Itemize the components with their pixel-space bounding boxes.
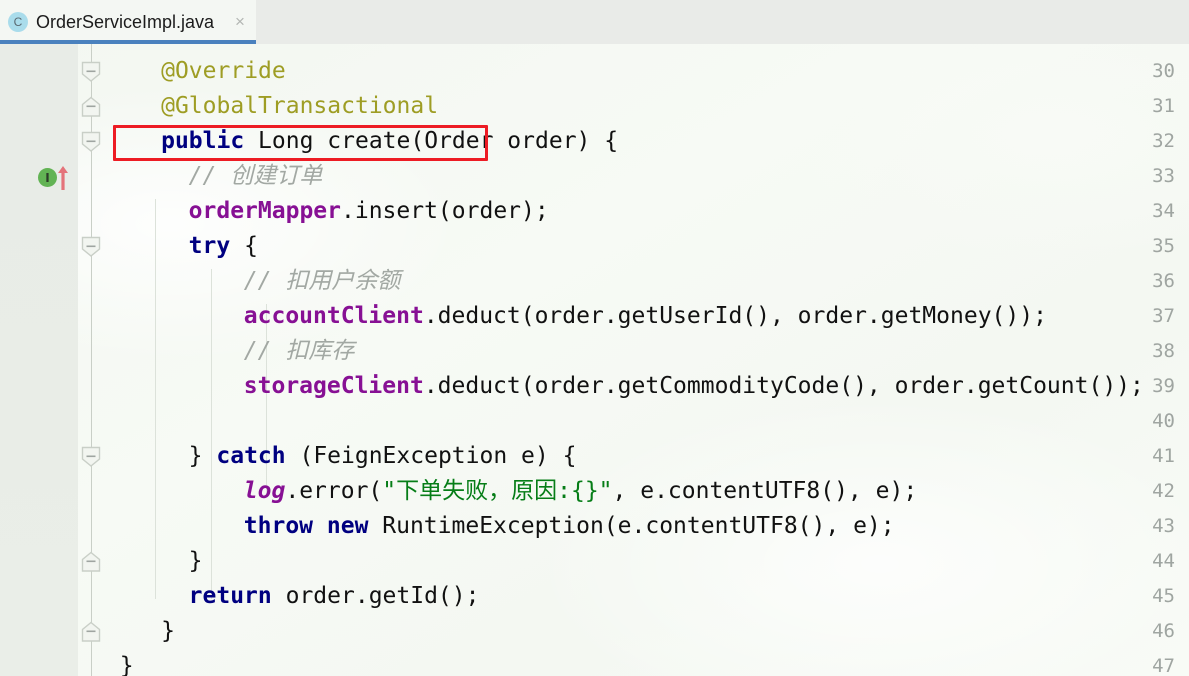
code-line[interactable]: @GlobalTransactional (161, 89, 438, 124)
tab-label: OrderServiceImpl.java (36, 11, 215, 32)
code-token-field: orderMapper (188, 198, 341, 224)
code-token-kw: try (188, 233, 231, 259)
override-arrow-glyph (58, 166, 68, 190)
code-line[interactable]: accountClient.deduct(order.getUserId(), … (244, 299, 1047, 334)
java-class-icon-letter: C (13, 15, 23, 29)
override-arrow-icon[interactable] (57, 165, 69, 191)
code-token-plain: } (188, 443, 217, 469)
code-line[interactable]: storageClient.deduct(order.getCommodityC… (244, 369, 1144, 404)
code-token-anno: @GlobalTransactional (161, 93, 439, 119)
code-token-static: log (243, 478, 286, 504)
code-token-field: accountClient (243, 303, 424, 329)
code-token-plain: RuntimeException(e.contentUTF8(), e); (368, 513, 895, 539)
code-token-kw: throw new (243, 513, 369, 539)
code-line[interactable]: // 扣库存 (244, 334, 355, 369)
code-line[interactable]: return order.getId(); (189, 579, 480, 614)
code-line[interactable]: orderMapper.insert(order); (189, 194, 549, 229)
java-class-icon: C (8, 12, 28, 32)
close-icon[interactable]: × (231, 13, 249, 31)
code-token-plain: .deduct(order.getUserId(), order.getMone… (423, 303, 1047, 329)
code-token-plain: (FeignException e) { (285, 443, 577, 469)
code-token-cmt: // 扣用户余额 (243, 268, 401, 294)
code-token-kw: catch (216, 443, 286, 469)
red-highlight-rectangle (113, 125, 488, 161)
code-token-cmt: // 扣库存 (243, 338, 355, 364)
code-line[interactable]: @Override (161, 54, 286, 89)
editor-tab-bar: C OrderServiceImpl.java × (0, 0, 1189, 44)
code-line[interactable]: // 扣用户余额 (244, 264, 401, 299)
code-token-plain: } (119, 653, 134, 676)
code-token-plain: { (230, 233, 258, 259)
code-token-plain: .deduct(order.getCommodityCode(), order.… (423, 373, 1144, 399)
code-line[interactable]: throw new RuntimeException(e.contentUTF8… (244, 509, 895, 544)
code-line[interactable]: } catch (FeignException e) { (189, 439, 577, 474)
code-token-field: storageClient (243, 373, 424, 399)
code-line[interactable]: } (189, 544, 203, 579)
code-token-plain: .error( (285, 478, 383, 504)
code-line[interactable]: } (120, 649, 134, 676)
code-token-plain: } (188, 548, 203, 574)
code-token-anno: @Override (161, 58, 286, 84)
implementing-method-icon-letter: I (45, 170, 50, 185)
code-token-plain: order.getId(); (271, 583, 480, 609)
tab-orderserviceimpl[interactable]: C OrderServiceImpl.java (0, 0, 256, 44)
code-token-str: "下单失败，原因:{}" (382, 478, 613, 504)
code-token-plain: , e.contentUTF8(), e); (612, 478, 918, 504)
code-token-cmt: // 创建订单 (188, 163, 323, 189)
implementing-method-icon[interactable]: I (38, 168, 57, 187)
code-line[interactable]: } (161, 614, 175, 649)
code-line[interactable]: try { (189, 229, 258, 264)
code-line[interactable]: log.error("下单失败，原因:{}", e.contentUTF8(),… (244, 474, 917, 509)
code-token-kw: return (188, 583, 272, 609)
code-line[interactable]: // 创建订单 (189, 159, 323, 194)
code-token-plain: } (161, 618, 175, 644)
code-editor[interactable]: 30 31 32 33 34 35 36 37 38 39 40 41 42 43 44 45 46 47 @Ov… (0, 44, 1189, 676)
code-token-plain: .insert(order); (341, 198, 549, 224)
